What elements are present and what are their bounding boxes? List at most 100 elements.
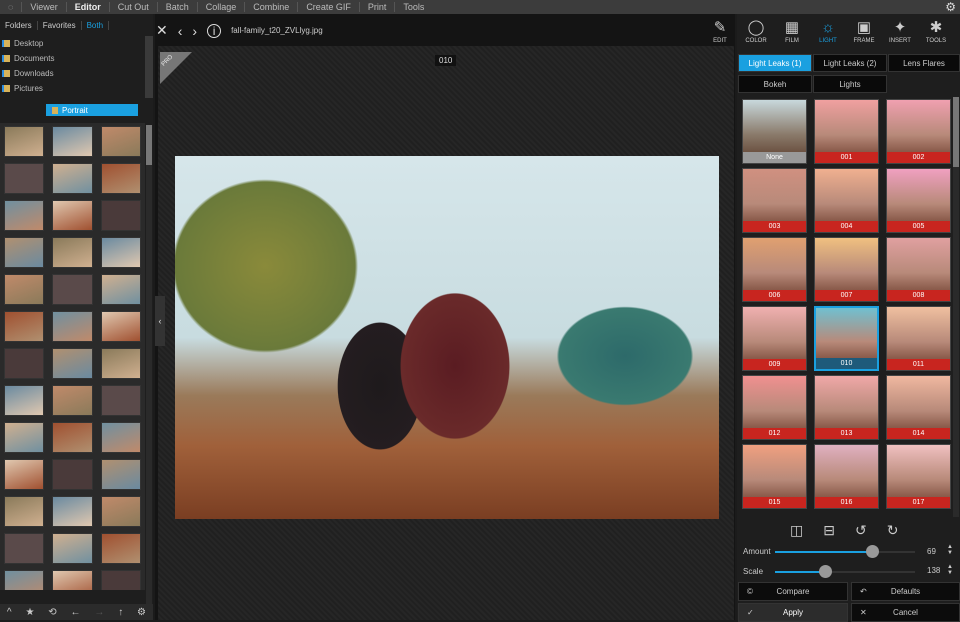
menu-item[interactable]: Batch [156,2,197,12]
folder-item[interactable]: Desktop [0,36,145,51]
amount-stepper-icon[interactable]: ▲ ▼ [947,544,953,556]
effect-thumbnail[interactable]: 002 [886,99,951,164]
photo-thumbnail[interactable] [4,163,45,194]
menu-item[interactable]: Viewer [21,2,65,12]
menu-item[interactable]: Print [358,2,395,12]
effect-thumbnail[interactable]: 001 [814,99,879,164]
effect-tab[interactable]: Lights [813,75,887,93]
photo-thumbnail[interactable] [4,274,45,305]
effect-thumbnail[interactable]: 012 [742,375,807,440]
effect-thumbnail[interactable]: 003 [742,168,807,233]
browser-tab[interactable]: Folders [0,20,38,30]
effect-tab[interactable]: Bokeh [738,75,812,93]
effect-tab[interactable]: Lens Flares [888,54,960,72]
photo-thumbnail[interactable] [52,311,93,342]
photo-thumbnail[interactable] [4,533,45,564]
photo-thumbnail[interactable] [4,422,45,453]
scale-stepper-icon[interactable]: ▲ ▼ [947,564,953,576]
effect-thumbnail[interactable]: 006 [742,237,807,302]
photo-thumbnail[interactable] [52,348,93,379]
photo-thumbnail[interactable] [52,274,93,305]
up-caret-icon[interactable]: ^ [7,607,12,618]
tool-insert[interactable]: ✦ INSERT [882,18,918,44]
close-icon[interactable]: ✕ [156,22,168,39]
photo-thumbnail[interactable] [100,570,141,590]
photo-thumbnail[interactable] [52,126,93,157]
effect-thumbnail[interactable]: 010 [814,306,879,371]
apply-button[interactable]: ✓ Apply [738,603,848,622]
photo-thumbnail[interactable] [100,385,141,416]
photo-thumbnail[interactable] [100,496,141,527]
photo-thumbnail[interactable] [4,126,45,157]
menu-item[interactable]: Combine [244,2,297,12]
forward-arrow-icon[interactable]: → [94,607,104,618]
menu-item[interactable]: Editor [65,2,109,12]
photo-thumbnail[interactable] [52,163,93,194]
effect-thumbnail[interactable]: 015 [742,444,807,509]
effect-thumbnail[interactable]: 014 [886,375,951,440]
menu-item[interactable]: Cut Out [108,2,157,12]
photo-thumbnail[interactable] [100,126,141,157]
tool-frame[interactable]: ▣ FRAME [846,18,882,44]
photo-thumbnail[interactable] [52,496,93,527]
effect-thumbnail[interactable]: 011 [886,306,951,371]
settings-gear-icon[interactable]: ⚙ [945,0,956,14]
folder-item[interactable]: Pictures [0,81,145,96]
rotate-right-icon[interactable]: ↻ [887,522,899,539]
effect-thumbnail[interactable]: 017 [886,444,951,509]
tool-tools[interactable]: ✱ TOOLS [918,18,954,44]
effect-thumbnail[interactable]: 004 [814,168,879,233]
browser-tab[interactable]: Favorites [38,20,82,30]
menu-item[interactable]: Create GIF [297,2,359,12]
effect-thumbnail[interactable]: 016 [814,444,879,509]
prev-icon[interactable]: ‹ [178,23,183,39]
photo-thumbnail[interactable] [52,459,93,490]
rotate-icon[interactable]: ⟲ [48,607,56,618]
tool-film[interactable]: ▦ FILM [774,18,810,44]
defaults-button[interactable]: ↶ Defaults [851,582,960,601]
star-icon[interactable]: ★ [25,607,34,618]
folder-portrait[interactable]: Portrait [46,104,138,116]
effect-thumbnail[interactable]: 008 [886,237,951,302]
menu-item[interactable]: Tools [394,2,432,12]
effect-thumbnail[interactable]: 005 [886,168,951,233]
up-arrow-icon[interactable]: ↑ [118,607,123,618]
photo-thumbnail[interactable] [4,459,45,490]
compare-button[interactable]: © Compare [738,582,848,601]
photo-thumbnail[interactable] [52,533,93,564]
photo-thumbnail[interactable] [100,163,141,194]
photo-thumbnail[interactable] [100,311,141,342]
effect-thumbnail[interactable]: 013 [814,375,879,440]
next-icon[interactable]: › [192,23,197,39]
effect-thumbnail[interactable]: None [742,99,807,164]
photo-thumbnail[interactable] [4,570,45,590]
back-arrow-icon[interactable]: ← [71,607,81,618]
collapse-panel-button[interactable]: ‹ [155,296,165,346]
gear-icon[interactable]: ⚙ [137,607,146,618]
flip-horizontal-icon[interactable]: ◫ [790,522,803,539]
photo-thumbnail[interactable] [100,237,141,268]
photo-thumbnail[interactable] [4,385,45,416]
photo-thumbnail[interactable] [4,200,45,231]
info-icon[interactable]: i [207,23,222,38]
scale-value[interactable]: 138 [927,566,940,575]
amount-slider-knob[interactable] [865,545,879,558]
flip-vertical-icon[interactable]: ⊟ [823,522,835,539]
folder-item[interactable]: Documents [0,51,145,66]
photo-thumbnail[interactable] [100,200,141,231]
photo-thumbnail[interactable] [4,311,45,342]
photo-thumbnail[interactable] [4,348,45,379]
folder-item[interactable]: Downloads [0,66,145,81]
photo-thumbnail[interactable] [100,274,141,305]
effect-thumbnail[interactable]: 007 [814,237,879,302]
effect-tab[interactable]: Light Leaks (1) [738,54,812,72]
tool-light[interactable]: ☼ LIGHT [810,18,846,44]
photo-thumbnail[interactable] [4,496,45,527]
menu-item[interactable]: Collage [196,2,245,12]
photo-thumbnail[interactable] [100,348,141,379]
photo-thumbnail[interactable] [52,570,93,590]
photo-thumbnail[interactable] [52,422,93,453]
photo-thumbnail[interactable] [100,533,141,564]
tool-color[interactable]: ◯ COLOR [738,18,774,44]
effect-tab[interactable]: Light Leaks (2) [813,54,887,72]
